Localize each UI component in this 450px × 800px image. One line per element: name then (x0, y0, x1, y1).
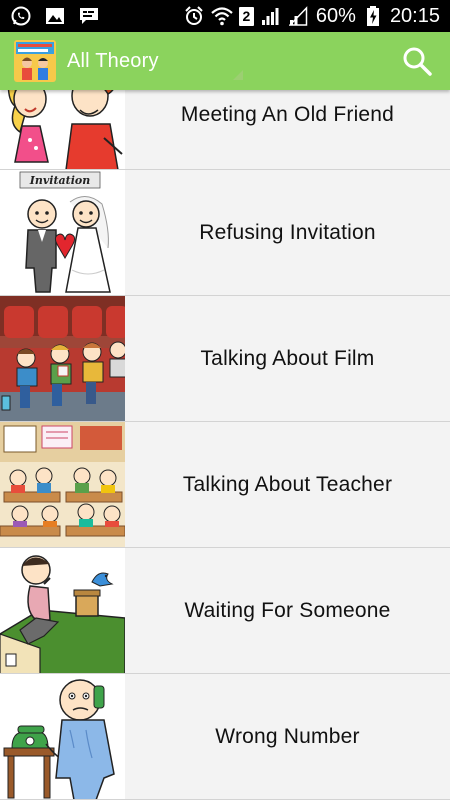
bar-decoration (231, 68, 245, 82)
list-item-label: Talking About Film (200, 346, 375, 370)
list-item-label: Waiting For Someone (184, 598, 391, 622)
list-item-label: Wrong Number (215, 724, 360, 748)
search-icon (403, 47, 432, 76)
list-item[interactable]: Wrong Number (0, 674, 450, 800)
app-logo-icon (14, 40, 56, 82)
man-on-roof-illustration (0, 548, 125, 673)
list-item-label: Refusing Invitation (199, 220, 376, 244)
list-item[interactable]: Invitation Refusing Invitation (0, 170, 450, 296)
chat-icon (78, 5, 100, 27)
thumb-caption: Invitation (29, 174, 91, 187)
status-bar-right: 2 60% 20:15 (183, 5, 440, 27)
list-item-label: Talking About Teacher (182, 472, 393, 496)
alarm-icon (183, 5, 205, 27)
app-title: All Theory (67, 49, 159, 72)
whatsapp-icon (10, 5, 32, 27)
list-item[interactable]: Waiting For Someone (0, 548, 450, 674)
list-item[interactable]: Talking About Film (0, 296, 450, 422)
sim-indicator: 2 (238, 6, 254, 26)
wifi-icon (211, 5, 233, 27)
battery-percentage: 60% (315, 5, 356, 27)
signal-icon (260, 5, 282, 27)
wedding-couple-illustration: Invitation (0, 170, 125, 295)
phone-call-illustration (0, 674, 125, 799)
app-bar: All Theory (0, 32, 450, 90)
friends-illustration (0, 90, 125, 169)
status-bar-left (10, 5, 100, 27)
status-bar: 2 60% 20:15 (0, 0, 450, 32)
screen: 2 60% 20:15 All Theory Meeting An Old Fr… (0, 0, 450, 800)
search-button[interactable] (400, 44, 434, 78)
cinema-kids-illustration (0, 296, 125, 421)
gallery-icon (44, 5, 66, 27)
list-item-label: Meeting An Old Friend (180, 103, 395, 126)
list-item[interactable]: Meeting An Old Friend (0, 90, 450, 170)
theory-list: Meeting An Old Friend Invitation Refusin… (0, 90, 450, 800)
signal-icon (288, 5, 310, 27)
list-item[interactable]: Talking About Teacher (0, 422, 450, 548)
clock: 20:15 (389, 5, 440, 27)
battery-charging-icon (362, 5, 384, 27)
classroom-illustration (0, 422, 125, 547)
